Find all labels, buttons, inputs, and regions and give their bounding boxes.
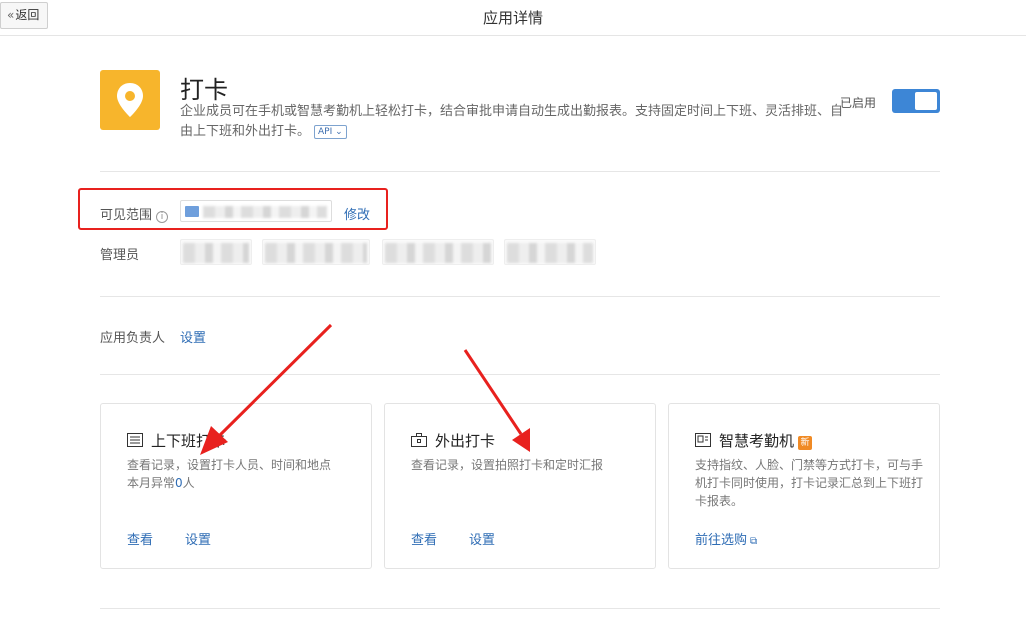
folder-icon xyxy=(185,206,199,217)
location-pin-icon xyxy=(100,70,160,130)
admin-chip[interactable] xyxy=(262,239,370,265)
admin-chip[interactable] xyxy=(382,239,494,265)
toggle-knob xyxy=(915,92,937,110)
admin-chip[interactable] xyxy=(504,239,596,265)
card-checkin-commute: 上下班打卡 查看记录，设置打卡人员、时间和地点 本月异常0人 查看 设置 xyxy=(100,403,372,569)
visibility-label: 可见范围 i xyxy=(100,204,169,223)
new-badge: 新 xyxy=(798,436,813,450)
set-owner-link[interactable]: 设置 xyxy=(180,327,206,346)
view-button[interactable]: 查看 xyxy=(411,529,437,548)
enable-toggle[interactable] xyxy=(892,89,940,113)
redacted-admin xyxy=(385,243,491,263)
divider xyxy=(100,296,940,297)
briefcase-icon xyxy=(411,433,427,447)
card-checkin-outside: 外出打卡 查看记录，设置拍照打卡和定时汇报 查看 设置 xyxy=(384,403,656,569)
abnormal-suffix: 人 xyxy=(182,476,195,490)
app-name: 打卡 xyxy=(180,76,228,104)
api-tag-label: API xyxy=(318,127,333,137)
card-title-text: 上下班打卡 xyxy=(151,432,227,450)
redacted-scope xyxy=(203,206,327,218)
redacted-admin xyxy=(507,243,593,263)
list-icon xyxy=(127,433,143,447)
abnormal-prefix: 本月异常 xyxy=(127,476,176,490)
abnormal-count-line: 本月异常0人 xyxy=(127,474,357,492)
card-description: 查看记录，设置打卡人员、时间和地点 本月异常0人 xyxy=(127,456,357,492)
redacted-admin xyxy=(183,243,249,263)
card-title-text: 智慧考勤机 xyxy=(719,432,795,450)
buy-link-label: 前往选购 xyxy=(695,533,748,548)
settings-button[interactable]: 设置 xyxy=(469,529,495,548)
admins-label: 管理员 xyxy=(100,248,140,263)
app-description-text: 企业成员可在手机或智慧考勤机上轻松打卡，结合审批申请自动生成出勤报表。支持固定时… xyxy=(180,104,844,139)
status-label: 已启用 xyxy=(840,96,877,110)
top-bar: «返回 应用详情 xyxy=(0,0,1026,36)
divider xyxy=(100,374,940,375)
owner-label: 应用负责人 xyxy=(100,331,166,346)
settings-button[interactable]: 设置 xyxy=(185,529,211,548)
card-description: 支持指纹、人脸、门禁等方式打卡，可与手机打卡同时使用，打卡记录汇总到上下班打卡报… xyxy=(695,458,924,508)
card-attendance-machine: 智慧考勤机新 支持指纹、人脸、门禁等方式打卡，可与手机打卡同时使用，打卡记录汇总… xyxy=(668,403,940,569)
info-icon[interactable]: i xyxy=(156,211,169,223)
card-desc-line: 查看记录，设置打卡人员、时间和地点 xyxy=(127,458,332,472)
card-title: 智慧考勤机新 xyxy=(695,430,813,451)
visibility-scope-field xyxy=(180,200,332,222)
chevron-down-icon: ⌄ xyxy=(335,127,343,137)
edit-visibility-link[interactable]: 修改 xyxy=(344,204,370,223)
external-link-icon: ⧉ xyxy=(750,536,758,547)
view-button[interactable]: 查看 xyxy=(127,529,153,548)
api-tag[interactable]: API ⌄ xyxy=(314,125,347,139)
card-title: 外出打卡 xyxy=(411,430,495,451)
admin-chip[interactable] xyxy=(180,239,252,265)
card-description: 查看记录，设置拍照打卡和定时汇报 xyxy=(411,458,604,472)
abnormal-count: 0 xyxy=(175,476,183,490)
page-title: 应用详情 xyxy=(482,9,543,27)
app-description: 企业成员可在手机或智慧考勤机上轻松打卡，结合审批申请自动生成出勤报表。支持固定时… xyxy=(180,102,845,142)
buy-link[interactable]: 前往选购 ⧉ xyxy=(695,529,757,548)
divider xyxy=(100,608,940,609)
card-title-text: 外出打卡 xyxy=(435,432,496,450)
visibility-label-text: 可见范围 xyxy=(100,208,153,223)
attendance-machine-icon xyxy=(695,433,711,447)
card-title: 上下班打卡 xyxy=(127,430,226,451)
redacted-admin xyxy=(265,243,367,263)
divider xyxy=(100,171,940,172)
